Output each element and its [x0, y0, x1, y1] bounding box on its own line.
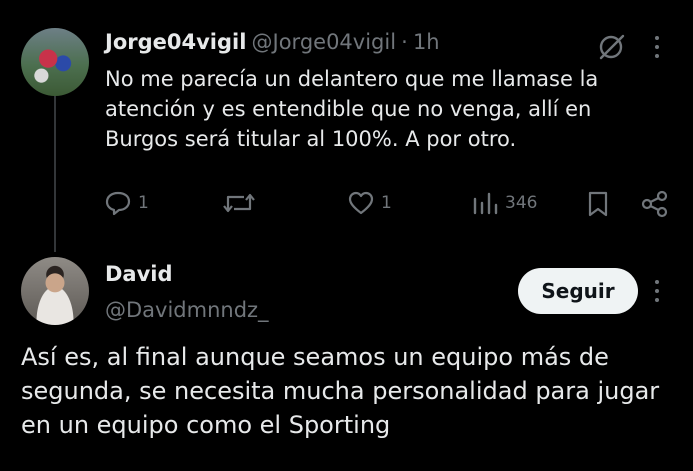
author-handle[interactable]: @Jorge04vigil — [252, 30, 397, 54]
repost-icon — [222, 190, 256, 216]
tweet-text: Así es, al final aunque seamos un equipo… — [21, 343, 660, 439]
repost-button[interactable] — [222, 190, 262, 216]
share-icon[interactable] — [641, 190, 669, 218]
reply-button[interactable]: 1 — [104, 190, 149, 216]
like-button[interactable]: 1 — [347, 190, 392, 216]
separator: · — [401, 30, 408, 54]
heart-icon — [347, 190, 375, 216]
avatar[interactable] — [21, 257, 89, 325]
bookmark-icon[interactable] — [586, 190, 610, 218]
grok-icon[interactable] — [596, 32, 626, 62]
tweet-header: Jorge04vigil @Jorge04vigil · 1h — [105, 30, 440, 54]
author-name[interactable]: Jorge04vigil — [105, 30, 246, 54]
tweet-text: No me parecía un delantero que me llamas… — [105, 67, 599, 151]
avatar[interactable] — [21, 28, 89, 96]
reply-count: 1 — [138, 193, 149, 213]
reply-icon — [104, 190, 132, 216]
more-options-icon[interactable] — [652, 278, 662, 304]
timestamp[interactable]: 1h — [413, 30, 440, 54]
like-count: 1 — [381, 193, 392, 213]
author-name[interactable]: David — [105, 262, 173, 286]
follow-button[interactable]: Seguir — [518, 268, 638, 314]
views-button[interactable]: 346 — [471, 190, 537, 216]
more-options-icon[interactable] — [652, 34, 662, 60]
thread-line — [54, 92, 56, 252]
analytics-icon — [471, 190, 499, 216]
author-handle[interactable]: @Davidmnndz_ — [105, 298, 269, 322]
view-count: 346 — [505, 193, 538, 213]
